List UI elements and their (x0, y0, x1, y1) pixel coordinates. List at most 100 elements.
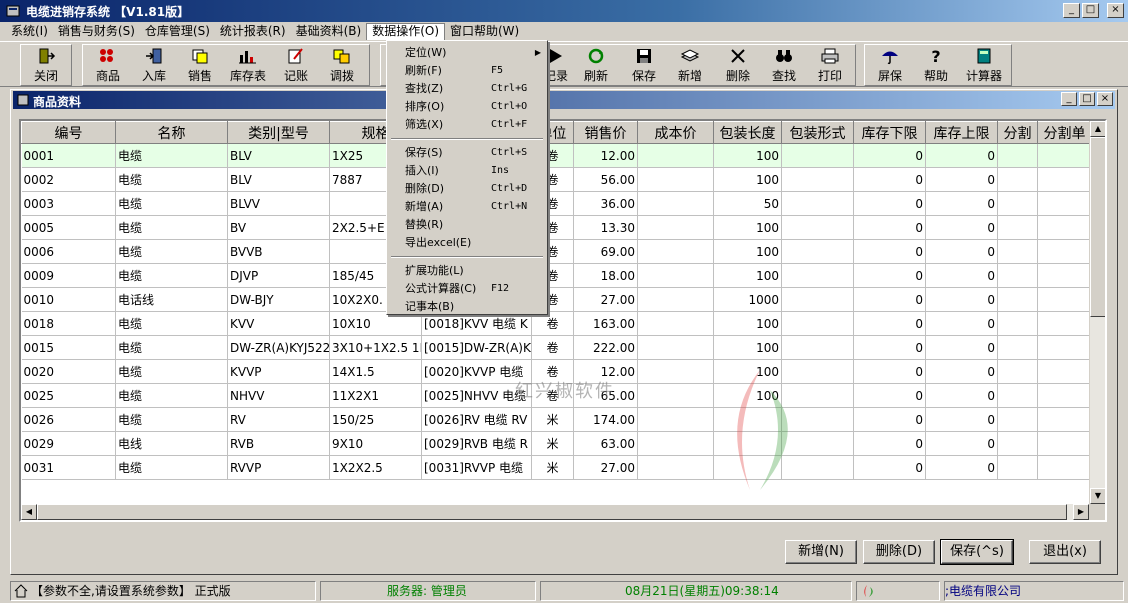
table-cell[interactable]: 0 (853, 335, 926, 360)
table-cell[interactable] (997, 239, 1038, 264)
table-cell[interactable]: 100 (713, 263, 782, 288)
table-cell[interactable]: 0 (853, 455, 926, 480)
dropdown-item[interactable]: 插入(I) Ins (391, 162, 545, 180)
table-cell[interactable]: 0 (853, 311, 926, 336)
table-cell[interactable]: 1X2X2.5 (329, 455, 422, 480)
table-cell[interactable]: 0 (853, 167, 926, 192)
table-row[interactable]: 0010 电话线 DW-BJY 10X2X0. 卷 27.00 1000 0 0 (21, 287, 1092, 312)
table-cell[interactable]: 50 (713, 191, 782, 216)
table-cell[interactable]: DW-ZR(A)KYJ522 (227, 335, 330, 360)
child-close-button[interactable]: × (1097, 92, 1113, 106)
col-header-pack-form[interactable]: 包装形式 (781, 121, 854, 144)
table-cell[interactable]: 米 (531, 455, 574, 480)
toolbar-screensaver-button[interactable]: 屏保 (868, 45, 912, 85)
table-cell[interactable]: [0026]RV 电缆 RV (421, 407, 532, 432)
table-cell[interactable]: 36.00 (573, 191, 638, 216)
table-row[interactable]: 0003 电缆 BLVV 卷 36.00 50 0 0 (21, 191, 1092, 216)
table-row[interactable]: 0018 电缆 KVV 10X10 [0018]KVV 电缆 K 卷 163.00 100 0 0 (21, 311, 1092, 336)
table-cell[interactable]: 11X2X1 (329, 383, 422, 408)
toolbar-new-button[interactable]: 新增 (668, 45, 712, 85)
child-minimize-button[interactable]: _ (1061, 92, 1077, 106)
table-cell[interactable]: 100 (713, 311, 782, 336)
minimize-button[interactable]: _ (1063, 3, 1080, 18)
col-header-split[interactable]: 分割 (997, 121, 1038, 144)
table-cell[interactable]: 0003 (21, 191, 116, 216)
toolbar-delete-button[interactable]: 删除 (716, 45, 760, 85)
dropdown-item[interactable]: 查找(Z) Ctrl+G (391, 80, 545, 98)
table-cell[interactable]: 0010 (21, 287, 116, 312)
dropdown-item[interactable]: 导出excel(E) (391, 234, 545, 252)
menu-warehouse[interactable]: 仓库管理(S) (140, 23, 215, 40)
table-cell[interactable]: KVV (227, 311, 330, 336)
table-row[interactable]: 0002 电缆 BLV 7887 卷 56.00 100 0 0 (21, 167, 1092, 192)
table-cell[interactable]: 0025 (21, 383, 116, 408)
table-cell[interactable]: 0 (925, 143, 998, 168)
dropdown-item[interactable]: 替换(R) (391, 216, 545, 234)
menu-window-help[interactable]: 窗口帮助(W) (445, 23, 524, 40)
table-cell[interactable] (1037, 311, 1092, 336)
table-cell[interactable]: 0001 (21, 143, 116, 168)
table-cell[interactable]: 0006 (21, 239, 116, 264)
col-header-name[interactable]: 名称 (115, 121, 228, 144)
table-cell[interactable]: 63.00 (573, 431, 638, 456)
table-cell[interactable]: 0 (925, 431, 998, 456)
table-cell[interactable]: 电缆 (115, 167, 228, 192)
table-cell[interactable]: 13.30 (573, 215, 638, 240)
table-row[interactable]: 0031 电缆 RVVP 1X2X2.5 [0031]RVVP 电缆米 27.00 0 0 (21, 455, 1092, 480)
table-cell[interactable]: 0 (853, 287, 926, 312)
col-header-stock-min[interactable]: 库存下限 (853, 121, 926, 144)
table-cell[interactable]: 电缆 (115, 455, 228, 480)
table-cell[interactable]: 0005 (21, 215, 116, 240)
table-cell[interactable]: RV (227, 407, 330, 432)
table-cell[interactable]: 0 (925, 407, 998, 432)
col-header-stock-max[interactable]: 库存上限 (925, 121, 998, 144)
table-cell[interactable]: 0 (925, 383, 998, 408)
table-cell[interactable] (1037, 407, 1092, 432)
col-header-model[interactable]: 类别|型号 (227, 121, 330, 144)
dropdown-item[interactable]: 排序(O) Ctrl+O (391, 98, 545, 116)
table-cell[interactable]: RVVP (227, 455, 330, 480)
table-cell[interactable]: 27.00 (573, 455, 638, 480)
exit-button[interactable]: 退出(x) (1029, 540, 1101, 564)
table-cell[interactable]: 电缆 (115, 359, 228, 384)
table-cell[interactable] (1037, 335, 1092, 360)
table-cell[interactable] (1037, 383, 1092, 408)
table-cell[interactable]: 0 (853, 407, 926, 432)
table-cell[interactable]: 电话线 (115, 287, 228, 312)
table-cell[interactable] (997, 191, 1038, 216)
col-header-split-unit[interactable]: 分割单 (1037, 121, 1092, 144)
scroll-left-arrow-icon[interactable]: ◀ (21, 504, 37, 520)
table-cell[interactable] (1037, 455, 1092, 480)
table-cell[interactable]: 100 (713, 215, 782, 240)
table-cell[interactable] (1037, 287, 1092, 312)
table-cell[interactable]: 69.00 (573, 239, 638, 264)
dropdown-item[interactable]: 定位(W) ▶ (391, 44, 545, 62)
dropdown-item[interactable]: 新增(A) Ctrl+N (391, 198, 545, 216)
table-cell[interactable] (997, 215, 1038, 240)
table-cell[interactable]: BVVB (227, 239, 330, 264)
table-cell[interactable] (997, 359, 1038, 384)
table-cell[interactable]: 150/25 (329, 407, 422, 432)
table-row[interactable]: 0005 电缆 BV 2X2.5+E 卷 13.30 100 0 0 (21, 215, 1092, 240)
dropdown-item[interactable]: 扩展功能(L) (391, 262, 545, 280)
table-cell[interactable] (997, 431, 1038, 456)
toolbar-save-button[interactable]: 保存 (622, 45, 666, 85)
dropdown-item[interactable]: 筛选(X) Ctrl+F (391, 116, 545, 134)
table-cell[interactable] (637, 167, 714, 192)
table-cell[interactable] (997, 287, 1038, 312)
table-cell[interactable]: RVB (227, 431, 330, 456)
table-cell[interactable]: 0 (925, 359, 998, 384)
table-cell[interactable] (1037, 431, 1092, 456)
table-cell[interactable]: 0 (853, 383, 926, 408)
dropdown-item[interactable]: 保存(S) Ctrl+S (391, 144, 545, 162)
col-header-cost[interactable]: 成本价 (637, 121, 714, 144)
table-cell[interactable]: 27.00 (573, 287, 638, 312)
table-cell[interactable]: 0 (925, 311, 998, 336)
table-cell[interactable]: 0 (853, 359, 926, 384)
table-cell[interactable] (781, 311, 854, 336)
dropdown-item[interactable]: 删除(D) Ctrl+D (391, 180, 545, 198)
add-button[interactable]: 新增(N) (785, 540, 857, 564)
table-cell[interactable]: 18.00 (573, 263, 638, 288)
table-cell[interactable] (781, 335, 854, 360)
table-cell[interactable]: 0 (853, 143, 926, 168)
